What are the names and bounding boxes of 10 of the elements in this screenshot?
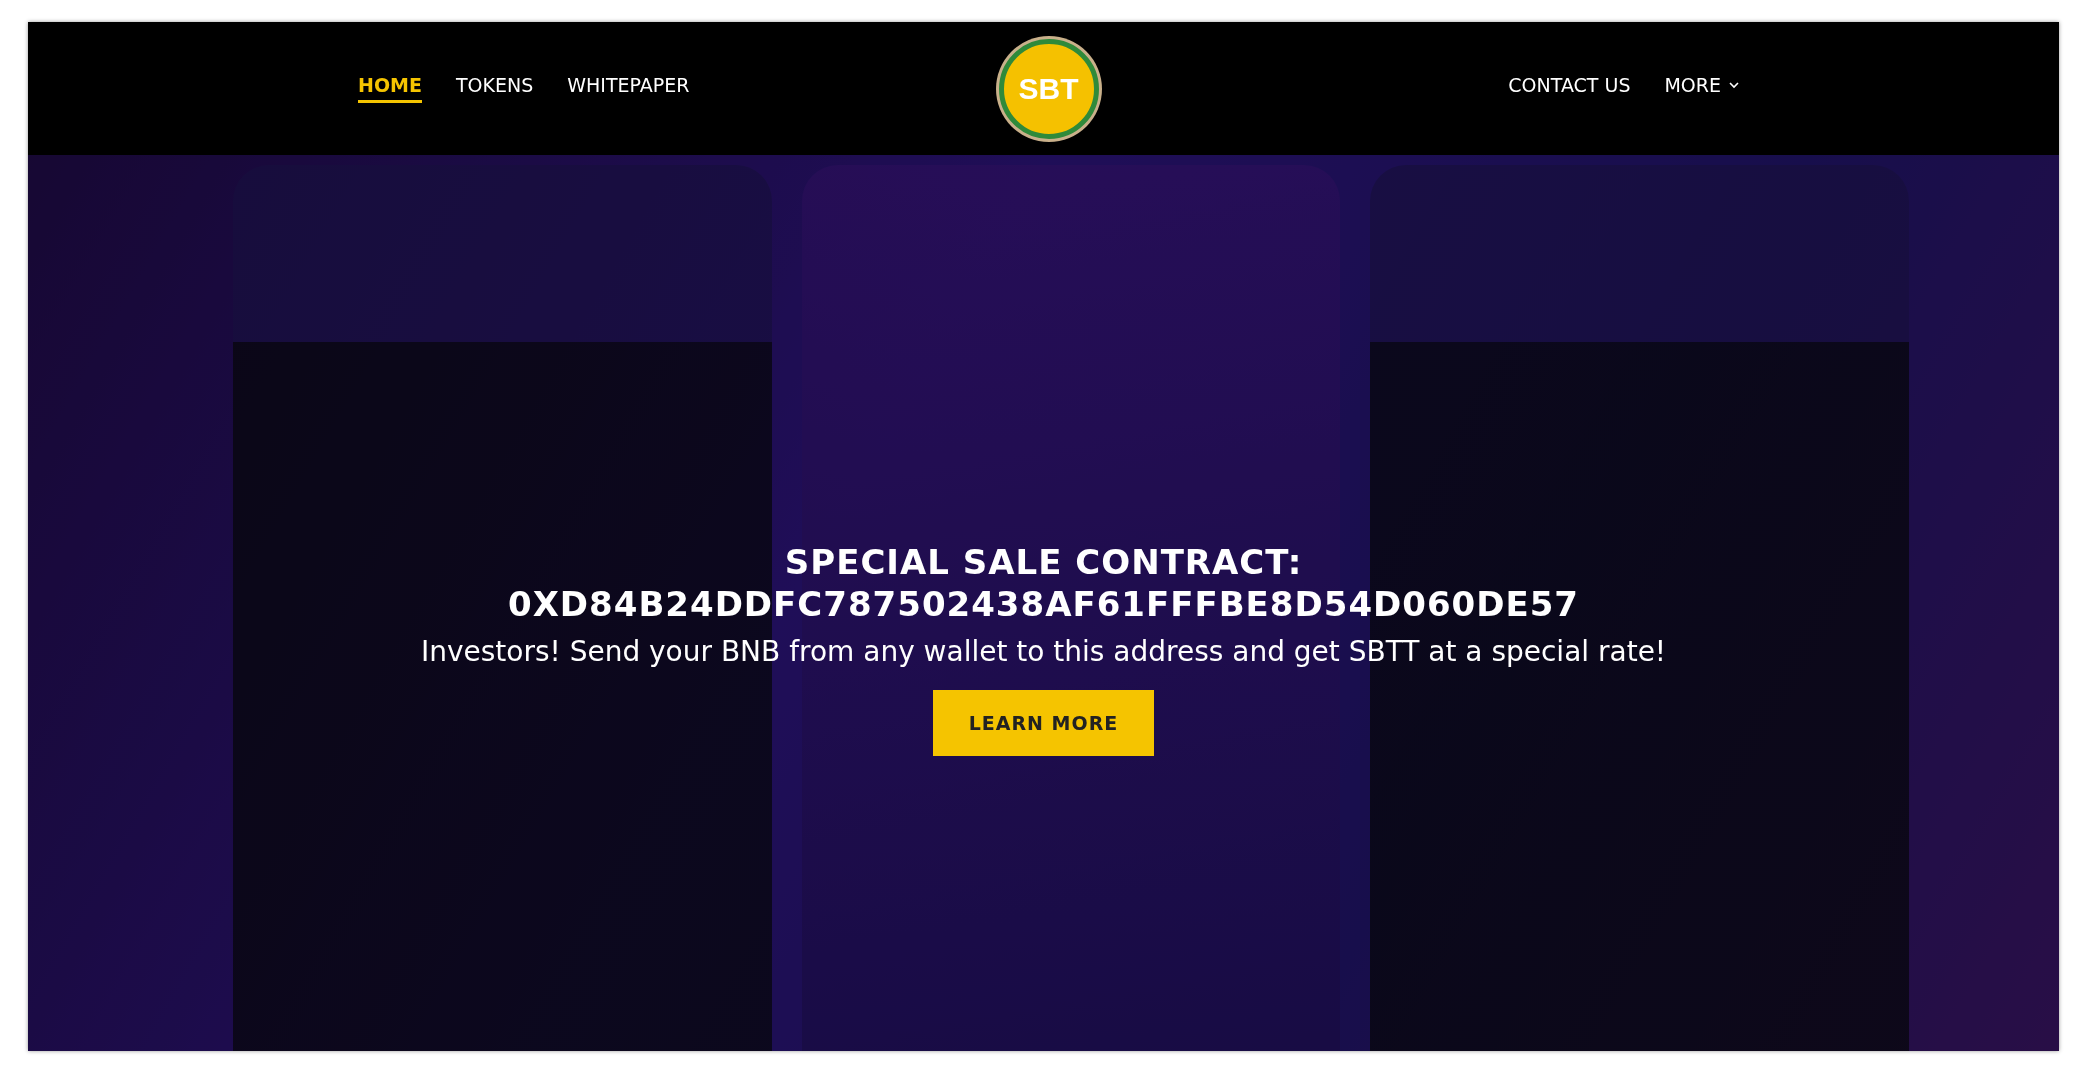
hero-text: Investors! Send your BNB from any wallet to this address and get SBTT at a special rate! (420, 634, 1667, 668)
nav-link[interactable]: WHITEPAPER (567, 74, 690, 103)
caret-icon (1729, 81, 1739, 89)
nav-link[interactable]: MORE (1664, 74, 1739, 103)
nav-link[interactable]: TOKENS (455, 74, 534, 103)
nav-link[interactable]: CONTACT US (1508, 74, 1631, 103)
contract-address: 0XD84B24DDFC787502438AF61FFFBE8D54D060DE57 (508, 582, 1579, 625)
learn-more-button[interactable]: LEARN MORE (932, 689, 1155, 756)
hero-title: SPECIAL SALE CONTRACT: (784, 540, 1303, 583)
nav-link[interactable]: HOME (358, 74, 422, 103)
